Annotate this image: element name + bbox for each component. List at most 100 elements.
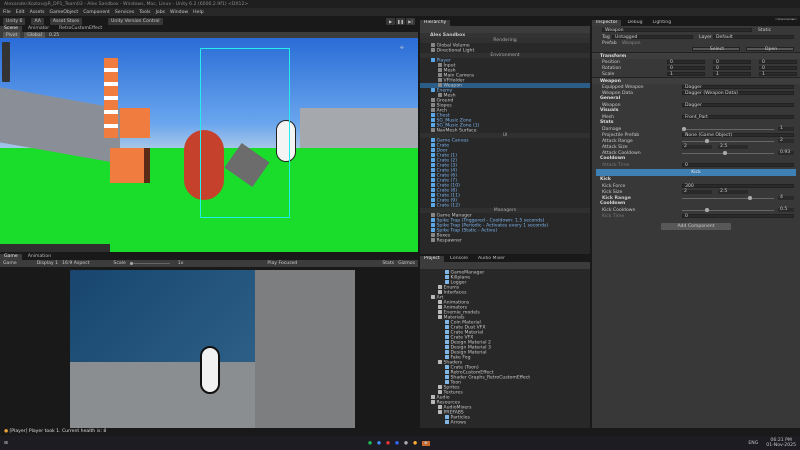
menu-services[interactable]: Services bbox=[115, 10, 134, 15]
kick-range-slider[interactable] bbox=[682, 196, 774, 200]
gameobject-icon bbox=[431, 223, 435, 227]
scene-bottom-overlay[interactable] bbox=[0, 244, 110, 252]
game-view[interactable] bbox=[70, 270, 355, 428]
scene-view[interactable]: ✣ bbox=[0, 38, 418, 252]
damage-value[interactable]: 1 bbox=[778, 126, 794, 132]
orientation-gizmo-icon[interactable]: ✣ bbox=[400, 46, 412, 58]
equipped-weapon-dropdown[interactable]: Dagger bbox=[682, 84, 794, 89]
kick-range-value[interactable]: 4 bbox=[778, 195, 794, 201]
weapon-data-field[interactable]: Dagger (Weapon Data) bbox=[682, 90, 794, 95]
asset-icon bbox=[445, 320, 449, 324]
user-button[interactable]: AA bbox=[31, 17, 44, 25]
static-toggle[interactable]: Static bbox=[758, 28, 771, 33]
unity-taskbar-icon[interactable]: ◈ bbox=[421, 440, 430, 446]
pause-button[interactable]: ❚❚ bbox=[396, 17, 405, 25]
status-bar: ● [Player] Player took 1. Current health… bbox=[0, 428, 800, 436]
gizmos-button[interactable]: Gizmos bbox=[398, 261, 415, 266]
play-focused-dropdown[interactable]: Play Focused bbox=[267, 261, 297, 266]
game-mode-dropdown[interactable]: Game bbox=[3, 261, 17, 266]
stats-button[interactable]: Stats bbox=[382, 261, 394, 266]
kick-cooldown-slider[interactable] bbox=[682, 208, 774, 212]
kick-bar[interactable]: Kick bbox=[596, 169, 796, 176]
tab-game[interactable]: Game bbox=[0, 254, 22, 260]
transform-y-field[interactable]: 0 bbox=[713, 65, 751, 70]
transform-header[interactable]: Transform bbox=[592, 52, 800, 59]
menu-component[interactable]: Component bbox=[83, 10, 110, 15]
menu-window[interactable]: Window bbox=[170, 10, 188, 15]
mesh-field[interactable]: Front_Part bbox=[682, 114, 794, 119]
projectile-field[interactable]: None (Game Object) bbox=[682, 132, 794, 137]
prefab-value: Weapon bbox=[622, 40, 641, 46]
add-component-button[interactable]: Add Component bbox=[661, 223, 731, 230]
hierarchy-item[interactable]: Respawner bbox=[420, 238, 590, 243]
transform-z-field[interactable]: 1 bbox=[759, 71, 797, 76]
menu-gameobject[interactable]: GameObject bbox=[50, 10, 79, 15]
menu-assets[interactable]: Assets bbox=[30, 10, 45, 15]
app-icon[interactable]: ● bbox=[413, 441, 417, 446]
select-button[interactable]: Select bbox=[692, 46, 740, 51]
open-button[interactable]: Open bbox=[746, 46, 794, 51]
transform-x-field[interactable]: 0 bbox=[667, 65, 705, 70]
menu-jobs[interactable]: Jobs bbox=[156, 10, 165, 15]
transform-z-field[interactable]: 0 bbox=[759, 59, 797, 64]
tab-project[interactable]: Project bbox=[420, 256, 444, 262]
project-item[interactable]: Arrows bbox=[420, 420, 590, 425]
layer-dropdown[interactable]: Default bbox=[713, 34, 794, 39]
tab-animation[interactable]: Animation bbox=[24, 254, 55, 260]
hierarchy-search[interactable] bbox=[420, 26, 590, 33]
tag-dropdown[interactable]: Untagged bbox=[612, 34, 693, 39]
display-dropdown[interactable]: Display 1 bbox=[37, 261, 58, 266]
spotify-icon[interactable]: ● bbox=[368, 441, 372, 446]
transform-y-field[interactable]: 1 bbox=[713, 71, 751, 76]
scene-tools-overlay[interactable] bbox=[2, 42, 10, 82]
account-button[interactable]: Unity 6 bbox=[3, 17, 26, 25]
kick-force-field[interactable]: 300 bbox=[682, 183, 794, 188]
menu-tools[interactable]: Tools bbox=[139, 10, 150, 15]
scale-slider[interactable] bbox=[129, 261, 170, 265]
app-icon[interactable]: ● bbox=[377, 441, 381, 446]
size-x[interactable]: 2 bbox=[682, 144, 712, 150]
menu-edit[interactable]: Edit bbox=[16, 10, 25, 15]
size-y[interactable]: 2.5 bbox=[718, 144, 748, 150]
tab-debug[interactable]: Debug bbox=[623, 20, 646, 26]
project-search[interactable] bbox=[420, 262, 590, 269]
transform-z-field[interactable]: 0 bbox=[759, 65, 797, 70]
tab-audio-mixer[interactable]: Audio Mixer bbox=[474, 256, 509, 262]
tab-lighting[interactable]: Lighting bbox=[649, 20, 676, 26]
transform-x-field[interactable]: 0 bbox=[667, 59, 705, 64]
tab-inspector[interactable]: Inspector bbox=[592, 20, 622, 26]
transform-y-field[interactable]: 0 bbox=[713, 59, 751, 64]
folder-icon bbox=[431, 395, 435, 399]
play-button[interactable]: ▶ bbox=[386, 17, 395, 25]
kick-size-y[interactable]: 2.5 bbox=[718, 189, 748, 195]
cooldown-slider[interactable] bbox=[682, 151, 774, 155]
hierarchy-item-label: Respawner bbox=[436, 238, 462, 244]
windows-start-icon[interactable]: ⊞ bbox=[4, 441, 8, 446]
menu-help[interactable]: Help bbox=[193, 10, 203, 15]
object-name-field[interactable]: Weapon bbox=[602, 27, 752, 32]
range-value[interactable]: 2 bbox=[778, 138, 794, 144]
gameobject-icon bbox=[431, 113, 435, 117]
tab-retrocustomeffect[interactable]: RetroCustomEffect bbox=[55, 26, 106, 32]
damage-slider[interactable] bbox=[682, 127, 774, 131]
clock[interactable]: 06:21 PM 01-Nov-2025 bbox=[766, 438, 796, 448]
kick-size-x[interactable]: 2 bbox=[682, 189, 712, 195]
cooldown-value[interactable]: 0.93 bbox=[778, 150, 794, 156]
status-message[interactable]: [Player] Player took 1. Current health i… bbox=[9, 429, 106, 434]
weapon-header[interactable]: Weapon bbox=[592, 77, 800, 84]
app-icon[interactable]: ● bbox=[395, 441, 399, 446]
app-icon[interactable]: ● bbox=[386, 441, 390, 446]
weapon-dropdown[interactable]: Dagger bbox=[682, 102, 794, 107]
step-button[interactable]: ▶| bbox=[406, 17, 415, 25]
kick-cooldown-value[interactable]: 0.5 bbox=[778, 207, 794, 213]
language-indicator[interactable]: ENG bbox=[748, 441, 758, 446]
aspect-dropdown[interactable]: 16:9 Aspect bbox=[62, 261, 89, 266]
asset-store-button[interactable]: Asset Store bbox=[49, 17, 83, 25]
tab-console[interactable]: Console bbox=[446, 256, 472, 262]
transform-x-field[interactable]: 1 bbox=[667, 71, 705, 76]
range-slider[interactable] bbox=[682, 139, 774, 143]
tab-hierarchy[interactable]: Hierarchy bbox=[420, 20, 451, 26]
menu-file[interactable]: File bbox=[3, 10, 11, 15]
version-control-button[interactable]: Unity Version Control bbox=[108, 17, 163, 25]
app-icon[interactable]: ● bbox=[404, 441, 408, 446]
